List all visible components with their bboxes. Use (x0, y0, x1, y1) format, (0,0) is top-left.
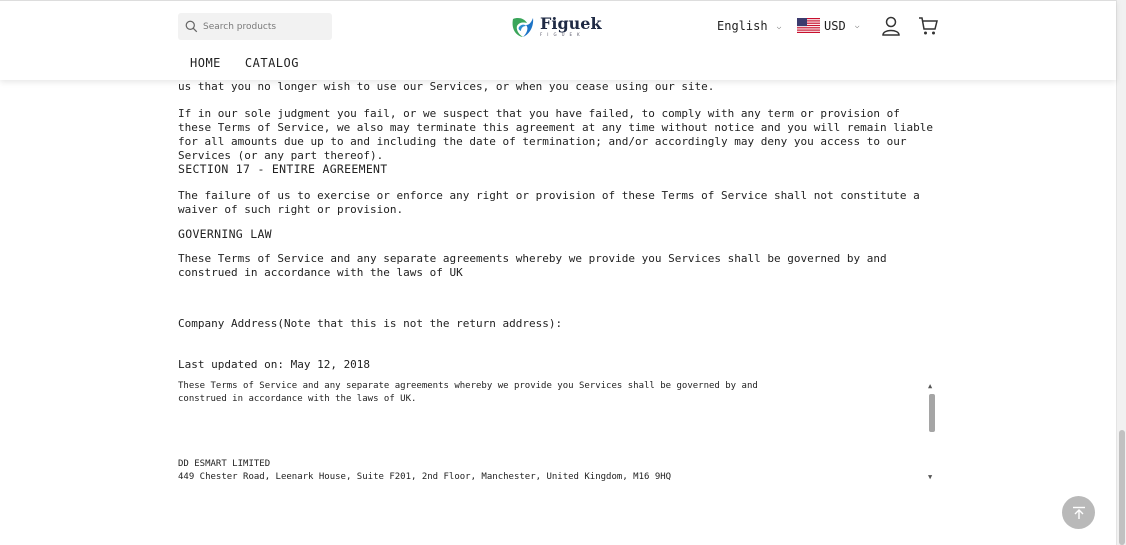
scroll-up-arrow-icon[interactable]: ▲ (928, 382, 932, 390)
site-logo[interactable]: Figuek FIGUEK (510, 13, 602, 41)
textbox-scroll-thumb[interactable] (929, 394, 935, 432)
site-header: Figuek FIGUEK English ⌵ USD ⌵ HOME (0, 0, 1116, 80)
paragraph-failure: The failure of us to exercise or enforce… (178, 189, 920, 216)
company-address-label: Company Address(Note that this is not th… (178, 317, 563, 330)
cart-icon[interactable] (918, 16, 939, 36)
arrow-up-icon (1072, 506, 1085, 519)
address-textbox[interactable]: These Terms of Service and any separate … (178, 380, 938, 483)
currency-label: USD (824, 18, 846, 33)
paragraph-continuation: us that you no longer wish to use our Se… (178, 80, 715, 93)
logo-name: Figuek (540, 14, 602, 33)
page-scrollbar[interactable] (1116, 0, 1126, 545)
nav-home[interactable]: HOME (190, 56, 221, 70)
scroll-down-arrow-icon[interactable]: ▼ (928, 473, 932, 481)
currency-selector[interactable]: USD ⌵ (797, 18, 860, 33)
search-icon (185, 20, 198, 33)
last-updated: Last updated on: May 12, 2018 (178, 358, 371, 371)
language-label: English (717, 19, 768, 33)
us-flag-icon (797, 18, 820, 33)
main-nav: HOME CATALOG (190, 56, 299, 70)
back-to-top-button[interactable] (1062, 496, 1095, 529)
search-box[interactable] (178, 13, 332, 40)
paragraph-judgment: If in our sole judgment you fail, or we … (178, 107, 933, 162)
page-scroll-thumb[interactable] (1119, 430, 1125, 545)
paragraph-governed: These Terms of Service and any separate … (178, 252, 887, 279)
user-icon[interactable] (881, 16, 901, 36)
chevron-down-icon: ⌵ (776, 21, 782, 31)
address-textbox-text: These Terms of Service and any separate … (178, 381, 758, 482)
governing-law-heading: GOVERNING LAW (178, 227, 272, 241)
logo-sub: FIGUEK (540, 32, 585, 37)
nav-catalog[interactable]: CATALOG (245, 56, 299, 70)
section-17-heading: SECTION 17 - ENTIRE AGREEMENT (178, 162, 388, 176)
textbox-scrollbar[interactable]: ▲ ▼ (926, 380, 938, 483)
chevron-down-icon: ⌵ (854, 21, 860, 30)
logo-icon (512, 18, 534, 37)
language-selector[interactable]: English ⌵ (717, 19, 781, 33)
search-input[interactable] (203, 21, 328, 32)
